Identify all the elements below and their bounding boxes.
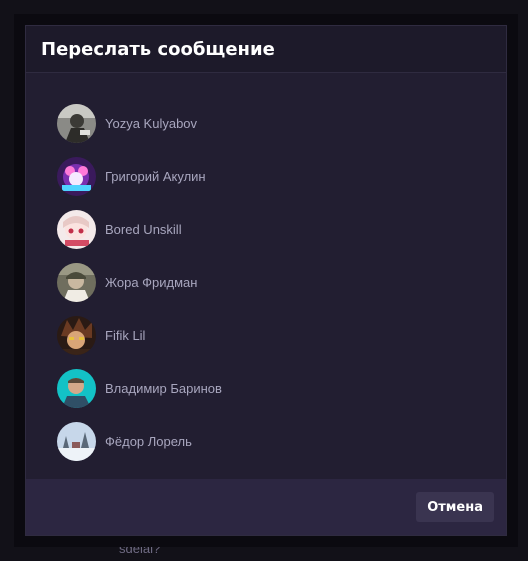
contact-item-fedor-lorel[interactable]: Фёдор Лорель: [57, 415, 506, 468]
avatar: [57, 316, 96, 355]
cancel-button[interactable]: Отмена: [416, 492, 494, 522]
contact-name: Bored Unskill: [105, 222, 182, 237]
avatar: [57, 263, 96, 302]
contact-item-yozya-kulyabov[interactable]: Yozya Kulyabov: [57, 97, 506, 150]
avatar: [57, 369, 96, 408]
avatar: [57, 422, 96, 461]
contact-name: Fifik Lil: [105, 328, 146, 343]
contact-list: Yozya Kulyabov Григорий Акулин Bored Uns…: [26, 73, 506, 479]
contact-name: Фёдор Лорель: [105, 434, 192, 449]
contact-item-grigoriy-akulin[interactable]: Григорий Акулин: [57, 150, 506, 203]
contact-name: Григорий Акулин: [105, 169, 206, 184]
avatar: [57, 210, 96, 249]
avatar: [57, 104, 96, 143]
contact-item-fifik-lil[interactable]: Fifik Lil: [57, 309, 506, 362]
dialog-footer: Отмена: [26, 479, 506, 535]
contact-item-bored-unskill[interactable]: Bored Unskill: [57, 203, 506, 256]
contact-name: Yozya Kulyabov: [105, 116, 198, 131]
avatar: [57, 157, 96, 196]
contact-item-vladimir-barinov[interactable]: Владимир Баринов: [57, 362, 506, 415]
dialog-title: Переслать сообщение: [41, 38, 275, 60]
dialog-header: Переслать сообщение: [26, 26, 506, 73]
contact-name: Жора Фридман: [105, 275, 198, 290]
forward-message-dialog: Переслать сообщение Yozya Kulyabov Григо…: [25, 25, 507, 536]
contact-name: Владимир Баринов: [105, 381, 222, 396]
contact-item-zhora-fridman[interactable]: Жора Фридман: [57, 256, 506, 309]
